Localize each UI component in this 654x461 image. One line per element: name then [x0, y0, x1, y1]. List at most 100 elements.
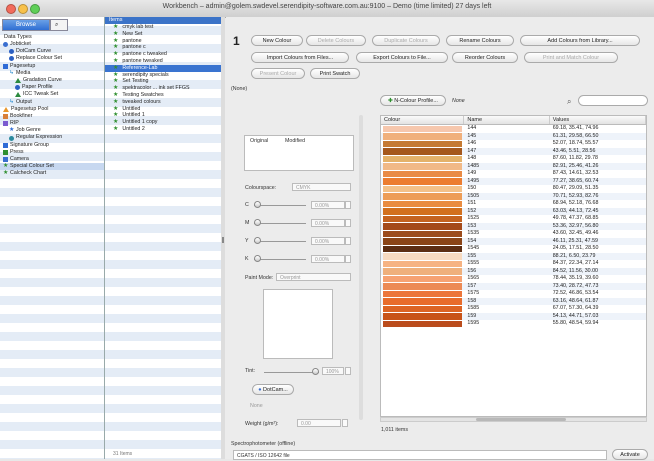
- export-colours-to-file-button[interactable]: Export Colours to File...: [356, 52, 448, 63]
- item-row[interactable]: ★ Testing Swatches: [105, 92, 221, 99]
- table-row[interactable]: 1555 84.37, 22.34, 27.14: [381, 260, 646, 268]
- channel-slider[interactable]: [254, 205, 306, 206]
- channel-stepper[interactable]: [345, 219, 351, 227]
- colourspace-select[interactable]: CMYK: [292, 183, 351, 191]
- tree-item[interactable]: Gradation Curve: [0, 77, 104, 84]
- table-row[interactable]: 149 87.43, 14.61, 32.53: [381, 170, 646, 178]
- weight-field[interactable]: 0.00: [297, 419, 341, 427]
- scrollbar-thumb[interactable]: [476, 418, 566, 421]
- channel-slider-knob[interactable]: [254, 201, 261, 208]
- tree-item[interactable]: ↳ Output: [0, 99, 104, 106]
- table-row[interactable]: 156 84.52, 11.56, 30.00: [381, 267, 646, 275]
- present-colour-button[interactable]: Present Colour: [251, 68, 305, 79]
- table-row[interactable]: 153 53.36, 32.97, 56.80: [381, 222, 646, 230]
- colour-column-header[interactable]: Colour: [381, 116, 465, 124]
- channel-value-field[interactable]: 0.00%: [311, 201, 345, 209]
- channel-slider-knob[interactable]: [254, 237, 261, 244]
- table-row[interactable]: 1535 43.60, 32.45, 49.46: [381, 230, 646, 238]
- item-row[interactable]: ★ Untitled 1 copy: [105, 119, 221, 126]
- channel-slider-knob[interactable]: [254, 255, 261, 262]
- table-row[interactable]: 146 52.07, 18.74, 55.57: [381, 140, 646, 148]
- table-row[interactable]: 144 69.18, 35.41, 74.96: [381, 125, 646, 133]
- reorder-colours-button[interactable]: Reorder Colours: [452, 52, 518, 63]
- channel-stepper[interactable]: [345, 201, 351, 209]
- channel-slider-knob[interactable]: [254, 219, 261, 226]
- tint-slider-knob[interactable]: [312, 368, 319, 375]
- item-row[interactable]: ★ Untitled 1: [105, 112, 221, 119]
- table-row[interactable]: 157 73.40, 28.72, 47.73: [381, 282, 646, 290]
- colour-search-input[interactable]: [578, 95, 648, 106]
- split-view-divider[interactable]: [221, 17, 225, 459]
- item-row[interactable]: ★ pantone tweaked: [105, 58, 221, 65]
- channel-value-field[interactable]: 0.00%: [311, 237, 345, 245]
- table-row[interactable]: 1495 77.27, 38.65, 60.74: [381, 177, 646, 185]
- tree-item[interactable]: DotCam Curve: [0, 48, 104, 55]
- tree-item[interactable]: Press: [0, 149, 104, 156]
- table-row[interactable]: 145 61.31, 29.58, 66.50: [381, 132, 646, 140]
- import-colours-from-files-button[interactable]: Import Colours from Files...: [251, 52, 349, 63]
- new-colour-button[interactable]: New Colour: [251, 35, 303, 46]
- tree-item[interactable]: ★ Calcheck Chart: [0, 170, 104, 177]
- items-header[interactable]: Items: [105, 17, 221, 24]
- print-swatch-button[interactable]: Print Swatch: [310, 68, 360, 79]
- tree-item[interactable]: Replace Colour Set: [0, 55, 104, 62]
- tint-stepper[interactable]: [345, 367, 351, 375]
- table-row[interactable]: 1585 67.07, 57.30, 64.39: [381, 305, 646, 313]
- table-row[interactable]: 148 87.60, 11.82, 29.78: [381, 155, 646, 163]
- editor-scrollbar[interactable]: [359, 115, 363, 420]
- tint-slider[interactable]: [264, 372, 319, 373]
- table-row[interactable]: 1505 70.71, 52.93, 82.76: [381, 192, 646, 200]
- table-row[interactable]: 155 88.21, 6.50, 23.79: [381, 252, 646, 260]
- tree-item[interactable]: ★ Special Colour Set: [0, 163, 104, 171]
- browse-button[interactable]: Browse: [2, 19, 50, 31]
- values-column-header[interactable]: Values: [550, 116, 646, 124]
- table-row[interactable]: 151 68.94, 52.18, 76.68: [381, 200, 646, 208]
- item-row[interactable]: ★ tweaked colours: [105, 99, 221, 106]
- item-row[interactable]: ★ cmyk lab test: [105, 24, 221, 31]
- n-colour-profile-button[interactable]: ✚ N-Colour Profile...: [380, 95, 446, 106]
- table-row[interactable]: 152 63.03, 44.13, 72.45: [381, 207, 646, 215]
- item-row[interactable]: ★ pantone c tweaked: [105, 51, 221, 58]
- table-row[interactable]: 1595 55.80, 48.54, 59.94: [381, 320, 646, 328]
- duplicate-colours-button[interactable]: Duplicate Colours: [372, 35, 440, 46]
- table-row[interactable]: 150 80.47, 29.09, 51.35: [381, 185, 646, 193]
- tree-item[interactable]: Camera: [0, 156, 104, 163]
- tint-field[interactable]: 100%: [322, 367, 344, 375]
- tree-item[interactable]: ★ Job Genre: [0, 127, 104, 134]
- channel-value-field[interactable]: 0.00%: [311, 255, 345, 263]
- channel-value-field[interactable]: 0.00%: [311, 219, 345, 227]
- table-row[interactable]: 158 63.16, 48.64, 61.87: [381, 297, 646, 305]
- channel-slider[interactable]: [254, 223, 306, 224]
- name-column-header[interactable]: Name: [464, 116, 550, 124]
- table-horizontal-scrollbar[interactable]: [380, 417, 647, 422]
- paint-mode-select[interactable]: Overprint: [276, 273, 351, 281]
- item-row[interactable]: ★ pantone c: [105, 44, 221, 51]
- table-row[interactable]: 1525 49.78, 47.37, 68.85: [381, 215, 646, 223]
- tree-item[interactable]: ICC Tweak Set: [0, 91, 104, 98]
- table-row[interactable]: 147 43.46, 5.51, 28.56: [381, 147, 646, 155]
- table-row[interactable]: 1575 72.52, 46.86, 53.54: [381, 290, 646, 298]
- channel-stepper[interactable]: [345, 255, 351, 263]
- print-and-match-colour-button[interactable]: Print and Match Colour: [524, 52, 618, 63]
- table-row[interactable]: 1545 24.05, 17.51, 28.50: [381, 245, 646, 253]
- delete-colours-button[interactable]: Delete Colours: [306, 35, 366, 46]
- table-row[interactable]: 1565 78.44, 35.19, 39.60: [381, 275, 646, 283]
- dotcam-button[interactable]: ● DotCam...: [252, 384, 294, 395]
- item-row[interactable]: ★ pantone: [105, 38, 221, 45]
- item-row[interactable]: ★ New Set: [105, 31, 221, 38]
- channel-slider[interactable]: [254, 259, 306, 260]
- item-row[interactable]: ★ serendipity specials: [105, 72, 221, 79]
- channel-stepper[interactable]: [345, 237, 351, 245]
- add-colours-from-library-button[interactable]: Add Colours from Library...: [520, 35, 640, 46]
- tree-item[interactable]: Bookfiner: [0, 113, 104, 120]
- item-row[interactable]: ★ Set Testing: [105, 78, 221, 85]
- channel-slider[interactable]: [254, 241, 306, 242]
- tree-item[interactable]: ↳ Media: [0, 70, 104, 77]
- table-row[interactable]: 154 46.11, 25.31, 47.59: [381, 237, 646, 245]
- activate-button[interactable]: Activate: [612, 449, 648, 460]
- rename-colours-button[interactable]: Rename Colours: [446, 35, 514, 46]
- table-row[interactable]: 159 54.13, 44.71, 57.03: [381, 312, 646, 320]
- tree-item[interactable]: Regular Expression: [0, 134, 104, 141]
- tree-item[interactable]: Paper Profile: [0, 84, 104, 91]
- item-row[interactable]: ★ spektracolor ... ink set FFGS: [105, 85, 221, 92]
